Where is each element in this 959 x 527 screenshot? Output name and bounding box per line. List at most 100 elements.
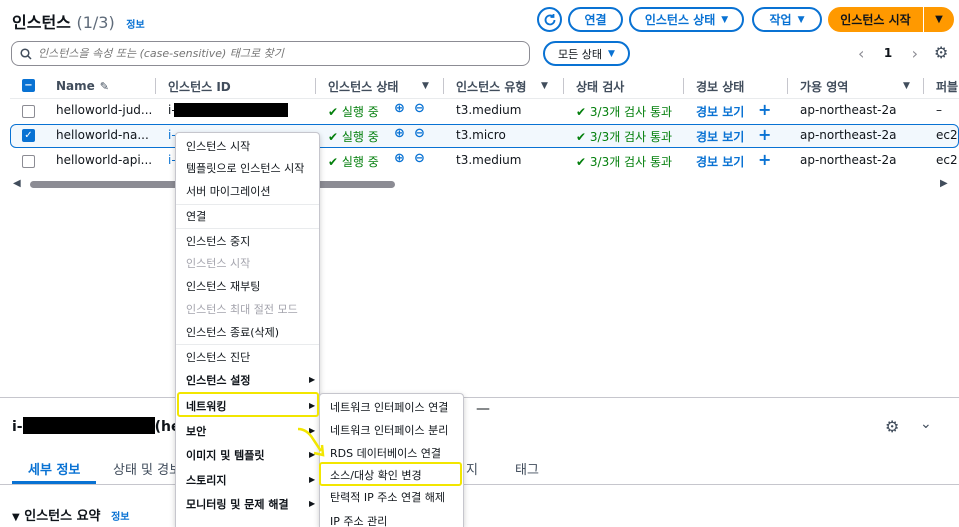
menu-item-stop-instance[interactable]: 인스턴스 중지 (186, 233, 250, 249)
add-alarm-icon[interactable]: + (758, 125, 771, 144)
column-header-instance-id[interactable]: 인스턴스 ID (168, 76, 231, 96)
column-header-status-check[interactable]: 상태 검사 (576, 76, 624, 96)
add-alarm-icon[interactable]: + (758, 100, 771, 119)
zoom-out-icon[interactable]: ⊖ (414, 101, 425, 116)
chevron-down-icon[interactable]: ⌄ (920, 416, 932, 432)
refresh-button[interactable] (537, 7, 562, 32)
public-dns: – (936, 103, 942, 117)
actions-button[interactable]: 작업 ▼ (752, 7, 822, 32)
info-link[interactable]: 정보 (111, 512, 129, 523)
connect-button[interactable]: 연결 (568, 7, 623, 32)
networking-submenu: 네트워크 인터페이스 연결 네트워크 인터페이스 분리 RDS 데이터베이스 연… (319, 393, 464, 527)
gear-icon[interactable]: ⚙ (885, 417, 899, 436)
actions-label: 작업 (769, 13, 792, 27)
menu-item-server-migration[interactable]: 서버 마이그레이션 (186, 183, 270, 199)
view-alarms-link[interactable]: 경보 보기 (696, 103, 744, 120)
submenu-item-detach-network-interface[interactable]: 네트워크 인터페이스 분리 (330, 422, 448, 438)
column-header-name[interactable]: Name ✎ (56, 76, 109, 96)
column-header-instance-type[interactable]: 인스턴스 유형 (456, 76, 526, 96)
menu-item-hibernate-instance: 인스턴스 최대 절전 모드 (186, 303, 298, 316)
row-checkbox[interactable] (22, 155, 35, 168)
menu-item-instance-settings[interactable]: 인스턴스 설정 (186, 372, 251, 388)
page-number[interactable]: 1 (884, 46, 892, 60)
status-check: ✔ 3/3개 검사 통과 (576, 128, 672, 145)
tab-details[interactable]: 세부 정보 (28, 459, 80, 478)
caret-down-icon[interactable]: ▼ (422, 81, 429, 91)
tab-storage[interactable]: 지 (466, 459, 478, 478)
tab-divider (0, 484, 959, 485)
instance-state-button[interactable]: 인스턴스 상태 ▼ (629, 7, 744, 32)
column-divider (563, 78, 564, 94)
submenu-item-disassociate-elastic-ip[interactable]: 탄력적 IP 주소 연결 해제 (330, 489, 445, 505)
state-filter-label: 모든 상태 (558, 47, 603, 61)
zoom-in-icon[interactable]: ⊕ (394, 101, 405, 116)
view-alarms-link[interactable]: 경보 보기 (696, 128, 744, 145)
caret-down-icon: ▼ (608, 48, 615, 59)
panel-resize-handle[interactable]: — (476, 401, 490, 417)
zoom-in-icon[interactable]: ⊕ (394, 151, 405, 166)
column-header-instance-state[interactable]: 인스턴스 상태 (328, 76, 398, 96)
selection-count: (1/3) (76, 13, 115, 32)
table-row[interactable]: helloworld-api... i- ✔ 실행 중 ⊕ ⊖ t3.mediu… (10, 149, 959, 173)
panel-divider (0, 397, 959, 398)
zoom-in-icon[interactable]: ⊕ (394, 126, 405, 141)
menu-item-reboot-instance[interactable]: 인스턴스 재부팅 (186, 278, 260, 294)
instance-state-text: 실행 중 (341, 130, 379, 144)
tab-status-alarms[interactable]: 상태 및 경보 (113, 459, 181, 478)
menu-item-launch-instance[interactable]: 인스턴스 시작 (186, 138, 250, 154)
instance-summary-heading[interactable]: ▼ 인스턴스 요약 정보 (12, 505, 129, 524)
table-row[interactable]: ✓ helloworld-na... i- ✔ 실행 중 ⊕ ⊖ t3.micr… (10, 124, 959, 148)
instance-state-text: 실행 중 (341, 155, 379, 169)
caret-down-icon: ▼ (721, 14, 729, 25)
info-link[interactable]: 정보 (126, 20, 144, 31)
next-page-button[interactable]: › (912, 44, 918, 63)
availability-zone: ap-northeast-2a (800, 128, 897, 142)
menu-item-images-templates[interactable]: 이미지 및 템플릿 (186, 447, 265, 463)
launch-instance-button[interactable]: 인스턴스 시작 (828, 7, 923, 32)
scroll-right-icon[interactable]: ▶ (940, 178, 948, 189)
prev-page-button[interactable]: ‹ (858, 44, 864, 63)
menu-item-launch-from-template[interactable]: 템플릿으로 인스턴스 시작 (186, 160, 304, 176)
launch-dropdown-button[interactable]: ▼ (924, 7, 954, 32)
gear-icon[interactable]: ⚙ (934, 43, 948, 62)
search-input[interactable] (38, 47, 518, 60)
column-header-availability-zone[interactable]: 가용 영역 (800, 76, 848, 96)
check-circle-icon: ✔ (328, 105, 339, 119)
search-box[interactable] (11, 41, 530, 66)
pagination: ‹ 1 › (858, 44, 918, 63)
caret-down-icon[interactable]: ▼ (541, 81, 548, 91)
zoom-out-icon[interactable]: ⊖ (414, 151, 425, 166)
table-row[interactable]: helloworld-jud... i- ✔ 실행 중 ⊕ ⊖ t3.mediu… (10, 99, 959, 123)
redacted-instance-id (22, 417, 155, 434)
caret-down-icon: ▼ (12, 512, 20, 523)
column-header-alarm-status[interactable]: 경보 상태 (696, 76, 744, 96)
row-checkbox[interactable]: ✓ (22, 129, 35, 142)
menu-item-terminate-instance[interactable]: 인스턴스 종료(삭제) (186, 324, 279, 340)
availability-zone: ap-northeast-2a (800, 153, 897, 167)
check-circle-icon: ✔ (576, 105, 587, 119)
caret-down-icon: ▼ (935, 14, 943, 25)
menu-item-monitor-troubleshoot[interactable]: 모니터링 및 문제 해결 (186, 496, 289, 512)
instance-state: ✔ 실행 중 (328, 103, 379, 120)
submenu-item-connect-rds[interactable]: RDS 데이터베이스 연결 (330, 445, 441, 461)
select-all-checkbox[interactable]: − (22, 79, 35, 92)
horizontal-scrollbar[interactable]: ◀ ▶ (10, 178, 950, 190)
menu-item-connect[interactable]: 연결 (186, 208, 206, 224)
state-filter-select[interactable]: 모든 상태 ▼ (543, 41, 630, 66)
submenu-item-manage-ip-addresses[interactable]: IP 주소 관리 (330, 513, 387, 527)
zoom-out-icon[interactable]: ⊖ (414, 126, 425, 141)
refresh-icon (544, 13, 555, 25)
row-checkbox[interactable] (22, 105, 35, 118)
caret-down-icon[interactable]: ▼ (903, 81, 910, 91)
tab-tags[interactable]: 태그 (515, 459, 539, 478)
menu-item-security[interactable]: 보안 (186, 423, 206, 439)
menu-item-diagnose-instance[interactable]: 인스턴스 진단 (186, 349, 250, 365)
view-alarms-link[interactable]: 경보 보기 (696, 153, 744, 170)
check-circle-icon: ✔ (328, 130, 339, 144)
column-header-public[interactable]: 퍼블 (936, 76, 958, 96)
scroll-left-icon[interactable]: ◀ (13, 178, 21, 189)
instance-name: helloworld-api... (56, 153, 153, 167)
menu-item-storage[interactable]: 스토리지 (186, 472, 226, 488)
submenu-item-attach-network-interface[interactable]: 네트워크 인터페이스 연결 (330, 399, 448, 415)
add-alarm-icon[interactable]: + (758, 150, 771, 169)
